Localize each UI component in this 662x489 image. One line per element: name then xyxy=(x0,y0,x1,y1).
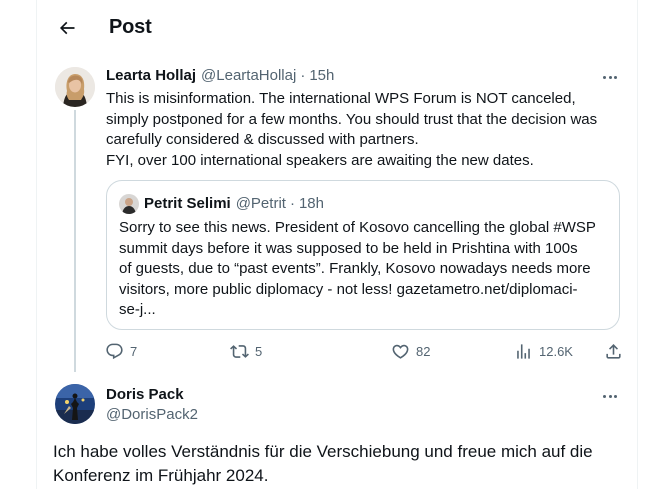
reply-author-handle[interactable]: @DorisPack2 xyxy=(106,406,198,423)
like-button[interactable]: 82 xyxy=(391,342,430,361)
avatar-image xyxy=(55,67,95,107)
reply-handle-row: @DorisPack2 xyxy=(106,406,198,423)
analytics-bars-icon xyxy=(517,344,530,359)
back-button[interactable] xyxy=(51,12,83,44)
quote-text-line: summit days before it was supposed to be… xyxy=(119,239,578,257)
tweet-text: This is misinformation. The internationa… xyxy=(106,89,626,171)
more-button[interactable] xyxy=(598,67,622,87)
tweet-actions: 7 5 82 12.6K xyxy=(105,342,623,364)
tweet-text-line: This is misinformation. The internationa… xyxy=(106,90,576,107)
repost-count: 5 xyxy=(255,344,263,359)
repost-icon xyxy=(230,345,249,358)
quote-avatar[interactable] xyxy=(119,194,139,214)
quote-text-line: Sorry to see this news. President of Kos… xyxy=(119,219,596,236)
reply-text-line: Konferenz im Frühjahr 2024. xyxy=(53,466,269,485)
quote-avatar-image xyxy=(119,194,139,214)
share-button[interactable] xyxy=(604,342,623,361)
reply-avatar-image xyxy=(55,384,95,424)
reply-avatar[interactable] xyxy=(55,384,95,424)
quote-text: Sorry to see this news. President of Kos… xyxy=(119,218,611,321)
views-button[interactable]: 12.6K xyxy=(514,342,573,361)
author-handle[interactable]: @LeartaHollaj xyxy=(201,67,296,84)
reply-text-line: Ich habe volles Verständnis für die Vers… xyxy=(53,442,593,461)
quote-time: 18h xyxy=(298,195,324,212)
quote-author-handle: @Petrit xyxy=(235,195,286,212)
separator-dot: · xyxy=(289,195,295,212)
reply-count: 7 xyxy=(130,344,138,359)
quote-text-line: visitors, more public diplomacy - not le… xyxy=(119,280,578,298)
reply-bubble-icon xyxy=(106,343,123,360)
repost-button[interactable]: 5 xyxy=(230,342,262,361)
separator-dot: · xyxy=(300,67,306,84)
reply-button[interactable]: 7 xyxy=(105,342,137,361)
page-title: Post xyxy=(109,16,152,38)
reply-author-name[interactable]: Doris Pack xyxy=(106,386,184,403)
quote-author-row: Petrit Selimi @Petrit · 18h xyxy=(144,195,324,212)
views-count: 12.6K xyxy=(539,344,573,359)
avatar[interactable] xyxy=(55,67,95,107)
quote-author-name: Petrit Selimi xyxy=(144,195,231,212)
tweet-author-row: Learta Hollaj @LeartaHollaj · 15h xyxy=(106,67,334,84)
more-dots-icon xyxy=(603,75,617,79)
post-header: Post xyxy=(37,0,637,56)
more-dots-icon xyxy=(603,394,617,398)
like-count: 82 xyxy=(416,344,431,359)
reply-text: Ich habe volles Verständnis für die Vers… xyxy=(53,440,623,488)
tweet-text-line: carefully considered & discussed with pa… xyxy=(106,131,419,148)
tweet-time[interactable]: 15h xyxy=(309,67,334,84)
share-icon xyxy=(606,344,621,359)
timeline-column: Post Learta Hollaj @LeartaHollaj · 15h T… xyxy=(36,0,638,489)
reply-more-button[interactable] xyxy=(598,386,622,406)
tweet-text-line: simply postponed for a few months. You s… xyxy=(106,110,598,128)
reply-author-row: Doris Pack xyxy=(106,386,184,403)
author-name[interactable]: Learta Hollaj xyxy=(106,67,196,84)
thread-line xyxy=(74,110,76,372)
heart-icon xyxy=(392,344,409,359)
quote-tweet-card[interactable]: Petrit Selimi @Petrit · 18h Sorry to see… xyxy=(106,180,620,330)
arrow-left-icon xyxy=(59,21,75,35)
quote-text-line: of guests, due to “past events”. Frankly… xyxy=(119,260,591,277)
tweet-text-line: FYI, over 100 international speakers are… xyxy=(106,151,534,169)
quote-text-line: se-j... xyxy=(119,301,156,318)
